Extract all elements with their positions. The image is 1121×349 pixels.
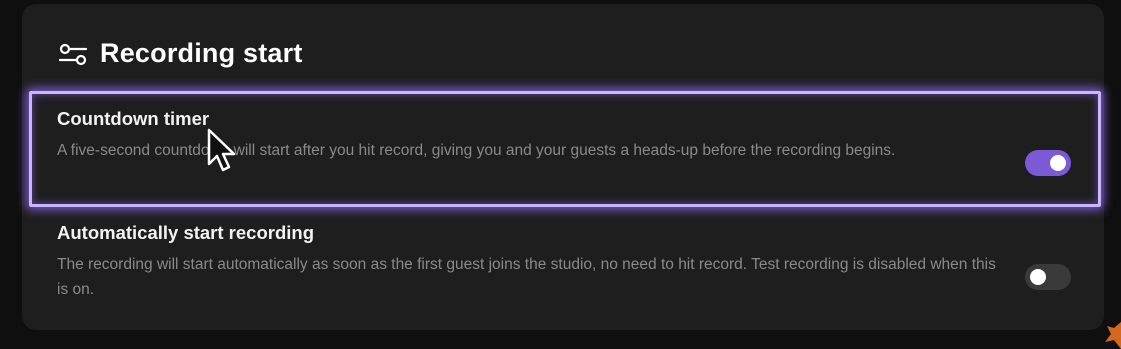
- toggle-knob: [1030, 269, 1046, 285]
- section-title: Recording start: [100, 38, 303, 68]
- setting-title: Automatically start recording: [57, 222, 315, 243]
- setting-auto-start-recording: Automatically start recording The record…: [22, 204, 1104, 314]
- section-header: Recording start: [58, 38, 303, 69]
- corner-decoration-icon: [1105, 322, 1121, 349]
- setting-countdown-timer: Countdown timer A five-second countdown …: [22, 90, 1104, 202]
- setting-description: The recording will start automatically a…: [57, 256, 996, 298]
- toggle-knob: [1050, 155, 1066, 171]
- auto-start-recording-toggle[interactable]: [1025, 264, 1071, 290]
- setting-description: A five-second countdown will start after…: [57, 142, 896, 159]
- countdown-timer-toggle[interactable]: [1025, 150, 1071, 176]
- setting-title: Countdown timer: [57, 108, 210, 129]
- recording-start-panel: Recording start Countdown timer A five-s…: [22, 4, 1104, 330]
- settings-sliders-icon: [58, 42, 88, 66]
